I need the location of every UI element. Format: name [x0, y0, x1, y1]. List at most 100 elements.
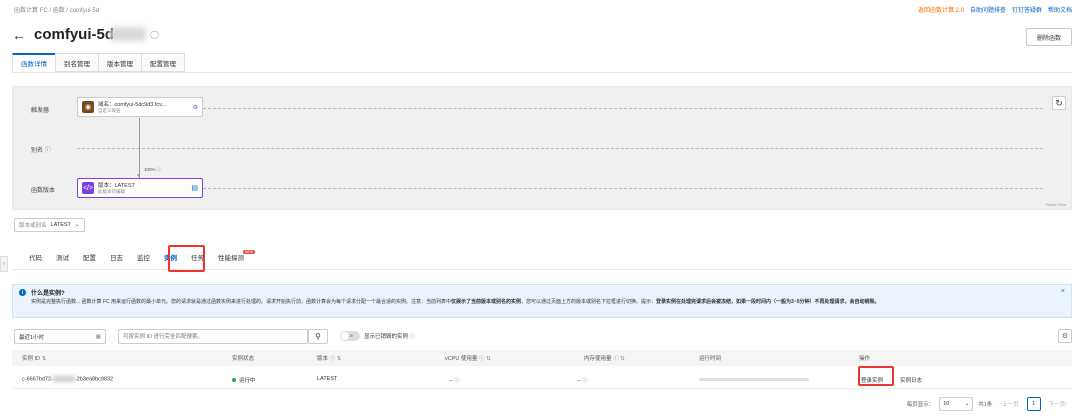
col-instance-id[interactable]: 实例 ID ⇅ — [22, 354, 46, 362]
edge-label: 100% ⓘ — [144, 167, 161, 173]
version-node-title: 版本：LATEST — [98, 183, 135, 189]
sort-icon[interactable]: ⇅ — [486, 356, 491, 362]
instance-id-suffix: -2b3ea8bc9832 — [74, 376, 114, 383]
col-vcpu[interactable]: vCPU 使用量 ⓘ ⇅ — [445, 354, 491, 362]
pagination: 每页显示： 10 ⌄ 共1条 ‹ 上一页 1 下一页 › — [907, 397, 1070, 411]
tab-performance-probe[interactable]: 性能探测 NEW — [211, 250, 255, 264]
back-arrow-icon[interactable]: ← — [12, 27, 26, 43]
breadcrumb-root[interactable]: 函数计算 FC — [14, 8, 48, 14]
info-text: ，您可以通过页面上方的版本或别名下拉框进行切换。提示： — [521, 299, 657, 305]
dingtalk-link[interactable]: 钉钉答疑群 — [1012, 5, 1042, 14]
version-node[interactable]: </> 版本：LATEST 此版本可编辑 ▤ — [77, 178, 203, 198]
edge-percent: 100% — [144, 167, 156, 172]
help-icon[interactable]: ⓘ — [410, 334, 416, 340]
tabs-divider — [12, 72, 1072, 73]
help-icon[interactable]: ⓘ — [582, 378, 588, 384]
breadcrumb-sep: / — [66, 8, 69, 14]
toggle-text: Off — [348, 334, 353, 338]
toggle-label-text: 显示已销毁的实例 — [364, 334, 409, 340]
tab-config-management[interactable]: 配置管理 — [141, 53, 185, 72]
tab-config[interactable]: 配置 — [76, 250, 103, 264]
reactflow-watermark[interactable]: React Flow — [1046, 202, 1066, 207]
page-1-button[interactable]: 1 — [1026, 397, 1041, 411]
status-badge: 运行中 — [232, 376, 256, 384]
help-icon[interactable]: ⓘ — [157, 167, 162, 172]
show-destroyed-toggle[interactable]: Off — [340, 331, 360, 341]
redacted-id-part — [52, 376, 75, 382]
lane-divider — [203, 108, 1043, 109]
total-count: 共1条 — [978, 402, 993, 408]
info-title: 什么是实例? — [31, 291, 65, 297]
lane-divider — [77, 148, 1043, 149]
breadcrumb-sep: / — [49, 8, 52, 14]
instance-id: c-6667bd72- -2b3ea8bc9832 — [22, 376, 113, 382]
highlight-box — [858, 366, 894, 386]
self-check-link[interactable]: 自助问题排查 — [970, 5, 1006, 14]
per-page-select[interactable]: 10 ⌄ — [939, 397, 974, 411]
col-label: 实例 ID — [22, 356, 41, 362]
breadcrumb: 函数计算 FC / 函数 / comfyui-5d — [14, 5, 99, 14]
sort-icon[interactable]: ⇅ — [42, 356, 47, 362]
memory-value: -- — [577, 378, 581, 384]
info-text: 实例是完整执行函数... 函数计算 FC 用来运行函数的最小单元。您的请求就是通… — [31, 299, 452, 305]
help-icon[interactable]: ⓘ — [479, 356, 485, 362]
new-badge: NEW — [242, 250, 255, 254]
tab-code[interactable]: 代码 — [22, 250, 49, 264]
globe-icon: ◉ — [82, 101, 94, 113]
prev-page-button[interactable]: ‹ 上一页 — [997, 397, 1021, 411]
back-v2-link[interactable]: 返回函数计算 2.0 — [918, 5, 964, 14]
info-text-bold: 仅展示了当前版本或别名的实例 — [451, 299, 522, 305]
tab-alias-management[interactable]: 别名管理 — [55, 53, 99, 72]
tab-version-management[interactable]: 版本管理 — [98, 53, 142, 72]
tab-logs[interactable]: 日志 — [103, 250, 130, 264]
row-label-trigger: 触发器 — [31, 108, 50, 114]
table-settings-icon[interactable]: ⚙ — [1058, 329, 1072, 343]
help-icon[interactable]: ⓘ — [454, 378, 460, 384]
settings-icon[interactable]: ⚙ — [193, 104, 198, 111]
lane-divider — [203, 188, 1043, 189]
top-links: 返回函数计算 2.0 自助问题排查 钉钉答疑群 帮助文档 — [918, 5, 1072, 14]
instance-search-input[interactable] — [118, 329, 308, 344]
help-icon[interactable]: ⓘ — [330, 356, 336, 362]
delete-function-button[interactable]: 删除函数 — [1026, 28, 1072, 46]
instance-logs-link[interactable]: 实例日志 — [900, 376, 922, 384]
code-icon: </> — [82, 182, 94, 194]
tab-test[interactable]: 测试 — [49, 250, 76, 264]
chevron-down-icon: ⌄ — [74, 222, 80, 228]
sort-icon[interactable]: ⇅ — [620, 356, 625, 362]
close-icon[interactable]: × — [1061, 288, 1065, 295]
col-memory[interactable]: 内存使用量 ⓘ ⇅ — [584, 354, 625, 362]
breadcrumb-functions[interactable]: 函数 — [53, 8, 65, 14]
version-select-value: LATEST — [50, 222, 71, 228]
search-icon[interactable]: ⚲ — [308, 329, 328, 344]
per-page-value: 10 — [943, 401, 950, 407]
help-icon[interactable]: ⓘ — [45, 148, 51, 154]
tab-function-details[interactable]: 函数详情 — [12, 53, 56, 72]
col-version[interactable]: 版本 ⓘ ⇅ — [317, 354, 341, 362]
next-page-button[interactable]: 下一页 › — [1046, 397, 1070, 411]
col-status: 实例状态 — [232, 356, 255, 362]
flow-canvas[interactable]: 触发器 别名 ⓘ 函数版本 ◉ 域名：comfyui-5dc9d3.fcv...… — [12, 86, 1072, 210]
refresh-icon[interactable]: ↻ — [1052, 96, 1066, 110]
document-icon[interactable]: ▤ — [191, 184, 198, 192]
row-label-alias: 别名 ⓘ — [31, 145, 51, 154]
toggle-label: 显示已销毁的实例 ⓘ — [364, 332, 415, 340]
info-text-bold: 登录实例在处理完请求后会被冻结，如果一段时间内（一般为3~5分钟）不再处理请求，… — [656, 299, 880, 305]
tab-monitoring[interactable]: 监控 — [130, 250, 157, 264]
version-select-label: 版本或别名 — [19, 223, 47, 229]
trigger-node[interactable]: ◉ 域名：comfyui-5dc9d3.fcv... 自定义域名 ⚙ — [77, 97, 203, 117]
help-icon[interactable]: ⓘ — [613, 356, 619, 362]
chevron-right-icon[interactable]: › — [0, 256, 8, 272]
vcpu-value: -- — [449, 378, 453, 384]
sort-icon[interactable]: ⇅ — [337, 356, 342, 362]
alias-label-text: 别名 — [31, 148, 44, 154]
time-range-select[interactable]: 最近1小时 ▦ — [14, 329, 106, 344]
tag-icon[interactable]: ◯ — [150, 30, 159, 39]
help-link[interactable]: 帮助文档 — [1048, 5, 1072, 14]
col-label: 内存使用量 — [584, 356, 612, 362]
col-label: 版本 — [317, 356, 329, 362]
col-actions: 操作 — [859, 356, 871, 362]
prev-page-label: 上一页 — [1002, 402, 1019, 408]
version-alias-select[interactable]: 版本或别名 LATEST ⌄ — [14, 218, 85, 232]
vcpu-cell: -- ⓘ — [449, 376, 460, 384]
